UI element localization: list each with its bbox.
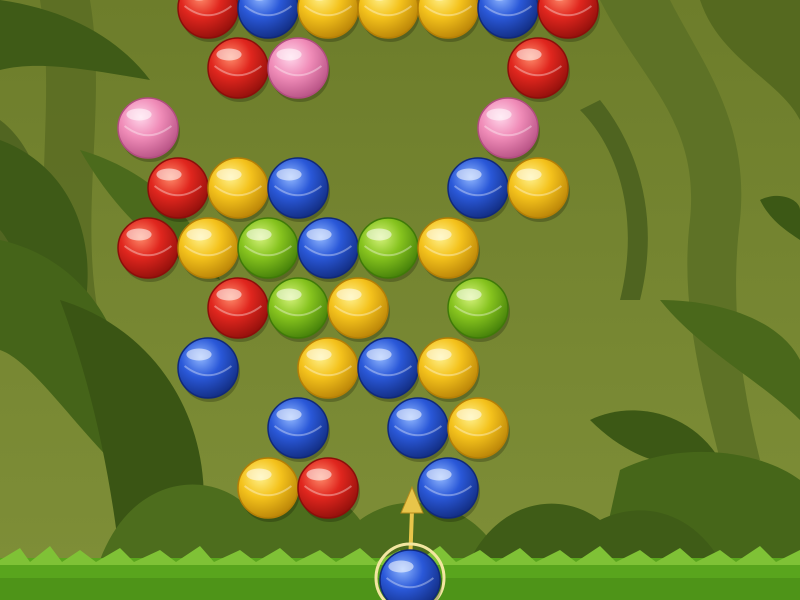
bubble-yellow-icon bbox=[177, 217, 240, 282]
bubble-blue-icon bbox=[267, 397, 330, 462]
bubble-blue-icon bbox=[477, 0, 540, 42]
bubble-green-icon bbox=[237, 217, 300, 282]
bubble-red-icon bbox=[537, 0, 600, 42]
bubble-red-icon bbox=[207, 37, 270, 102]
bubble-yellow-icon bbox=[417, 337, 480, 402]
bubble-red-icon bbox=[147, 157, 210, 222]
bubble-blue-icon bbox=[267, 157, 330, 222]
bubble-yellow-icon bbox=[507, 157, 570, 222]
bubble-pink-icon bbox=[267, 37, 330, 102]
bubble-pink-icon bbox=[477, 97, 540, 162]
bubble-red-icon bbox=[297, 457, 360, 522]
game-stage[interactable] bbox=[0, 0, 800, 600]
bubble-blue-icon bbox=[387, 397, 450, 462]
bubble-red-icon bbox=[177, 0, 240, 42]
bubble-red-icon bbox=[507, 37, 570, 102]
bubble-yellow-icon bbox=[417, 217, 480, 282]
bubble-grid bbox=[117, 0, 600, 522]
bubble-yellow-icon bbox=[297, 337, 360, 402]
bubble-red-icon bbox=[207, 277, 270, 342]
bubble-blue-icon bbox=[177, 337, 240, 402]
bubble-blue-icon bbox=[357, 337, 420, 402]
bubble-blue-icon bbox=[379, 549, 442, 600]
bubble-red-icon bbox=[117, 217, 180, 282]
bubble-field[interactable] bbox=[0, 0, 800, 600]
bubble-green-icon bbox=[357, 217, 420, 282]
bubble-yellow-icon bbox=[447, 397, 510, 462]
bubble-blue-icon bbox=[447, 157, 510, 222]
bubble-yellow-icon bbox=[357, 0, 420, 42]
bubble-yellow-icon bbox=[417, 0, 480, 42]
current-bubble[interactable] bbox=[379, 549, 442, 600]
bubble-yellow-icon bbox=[327, 277, 390, 342]
bubble-blue-icon bbox=[237, 0, 300, 42]
bubble-pink-icon bbox=[117, 97, 180, 162]
bubble-yellow-icon bbox=[237, 457, 300, 522]
bubble-green-icon bbox=[447, 277, 510, 342]
bubble-yellow-icon bbox=[297, 0, 360, 42]
bubble-blue-icon bbox=[297, 217, 360, 282]
bubble-green-icon bbox=[267, 277, 330, 342]
bubble-yellow-icon bbox=[207, 157, 270, 222]
bubble-blue-icon bbox=[417, 457, 480, 522]
